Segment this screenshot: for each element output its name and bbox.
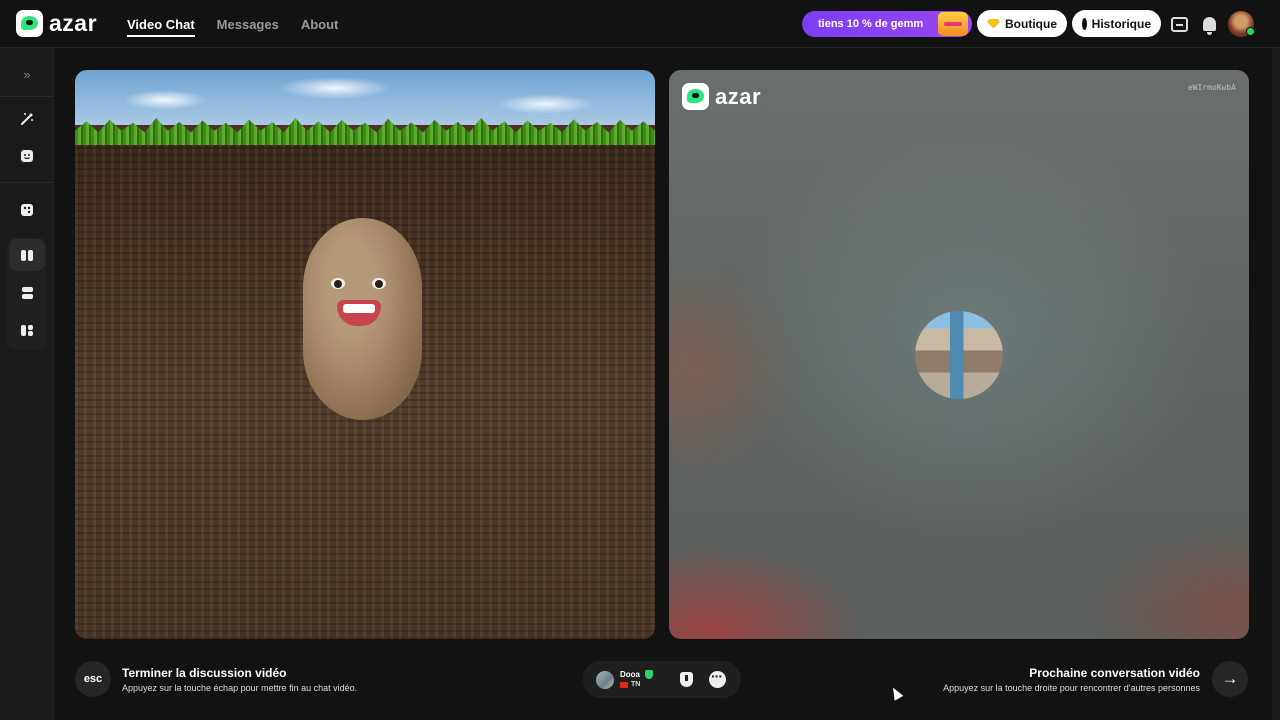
next-chat-hint: Appuyez sur la touche droite pour rencon… (943, 683, 1200, 693)
layout-grid-icon[interactable] (9, 314, 45, 346)
dice-icon[interactable] (9, 194, 45, 226)
nav-messages[interactable]: Messages (217, 0, 279, 48)
layout-side-by-side-icon[interactable] (9, 239, 45, 271)
smiling-mouth (337, 300, 381, 326)
bell-icon[interactable] (1199, 14, 1219, 35)
chat-bubble-icon[interactable] (709, 668, 726, 688)
gem-icon (987, 18, 1000, 29)
boutique-label: Boutique (1005, 16, 1057, 31)
azar-logo[interactable]: azar (16, 10, 97, 37)
nav-about[interactable]: About (301, 0, 339, 48)
inbox-icon[interactable] (1169, 14, 1189, 34)
main-nav: Video Chat Messages About (127, 0, 338, 48)
clock-icon (1082, 17, 1089, 30)
end-chat-button[interactable]: esc (75, 661, 111, 697)
remote-video: azar eWIrmoKwbA (669, 70, 1249, 639)
historique-button[interactable]: Historique (1072, 10, 1161, 37)
promo-text: tiens 10 % de gemm (818, 18, 924, 30)
azar-logo-icon (16, 10, 43, 37)
report-shield-icon[interactable] (680, 672, 693, 687)
right-eye (372, 278, 386, 289)
expand-chevrons-icon[interactable]: » (9, 58, 45, 90)
tunisia-flag-icon (620, 682, 628, 688)
face-sticker-icon[interactable] (9, 140, 45, 172)
verified-shield-icon (645, 670, 653, 679)
top-bar: azar Video Chat Messages About tiens 10 … (0, 0, 1280, 48)
watermark-id: eWIrmoKwbA (1187, 83, 1236, 92)
end-chat-title: Terminer la discussion vidéo (122, 666, 287, 680)
partner-country: TN (631, 681, 641, 688)
potato-face-filter (303, 218, 422, 420)
logo-text: azar (49, 10, 98, 36)
next-chat-title: Prochaine conversation vidéo (1029, 666, 1200, 680)
end-chat-hint: Appuyez sur la touche échap pour mettre … (122, 683, 358, 693)
partner-name: Dooa (620, 670, 640, 679)
partner-avatar[interactable] (596, 671, 614, 689)
local-video (75, 70, 655, 639)
magic-wand-icon[interactable] (9, 103, 45, 135)
azar-logo-icon (682, 83, 709, 110)
online-status-dot (1246, 27, 1255, 36)
mouse-cursor-icon (888, 685, 904, 701)
sidebar-divider (0, 96, 54, 97)
next-chat-button[interactable]: → (1212, 661, 1248, 697)
watermark-logo-text: azar (715, 83, 762, 109)
sidebar-divider (0, 182, 54, 183)
left-eye (331, 278, 345, 289)
historique-label: Historique (1091, 16, 1151, 31)
layout-stacked-icon[interactable] (9, 277, 45, 309)
page-scrollbar[interactable] (1272, 48, 1280, 720)
layout-switcher (7, 238, 47, 350)
partner-info-pill: Dooa TN (583, 661, 741, 698)
gift-box-icon (938, 12, 968, 36)
video-watermark-logo: azar (682, 83, 761, 110)
nav-video-chat[interactable]: Video Chat (127, 0, 195, 48)
sky-background (75, 70, 655, 125)
partner-profile-photo (915, 311, 1003, 399)
boutique-button[interactable]: Boutique (977, 10, 1067, 37)
gem-promo-banner[interactable]: tiens 10 % de gemm (802, 11, 972, 37)
sidebar: » (0, 48, 54, 720)
